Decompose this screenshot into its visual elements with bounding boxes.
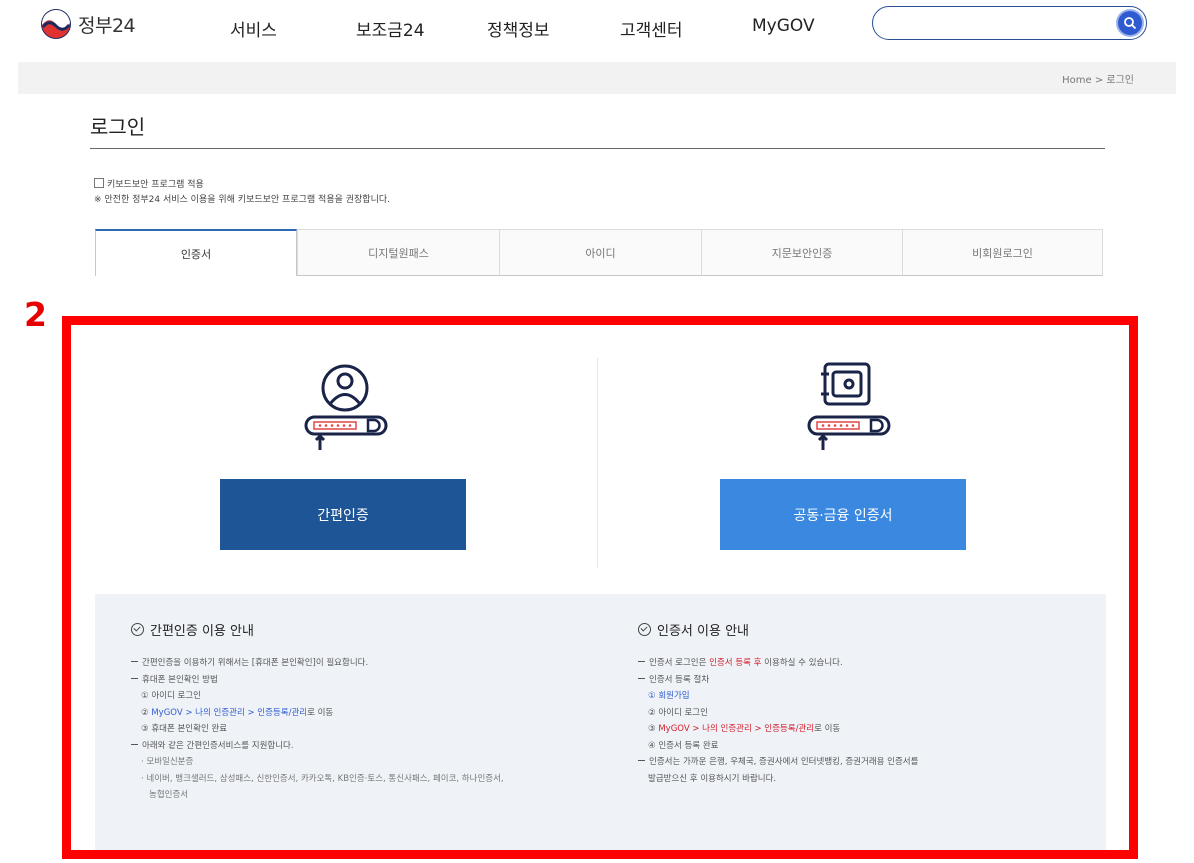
tab-label: 디지털원패스 xyxy=(368,246,429,260)
title-divider xyxy=(90,148,1105,149)
tab-label: 아이디 xyxy=(585,246,616,260)
nav-item-subsidy24[interactable]: 보조금24 xyxy=(356,16,425,41)
tab-label: 인증서 xyxy=(180,247,212,261)
search-icon xyxy=(1124,17,1137,30)
breadcrumb: Home > 로그인 xyxy=(1062,75,1134,86)
search-input[interactable] xyxy=(889,13,1113,35)
tab-non-member[interactable]: 비회원로그인 xyxy=(902,229,1103,276)
breadcrumb-band: Home > 로그인 xyxy=(18,62,1176,94)
page-title: 로그인 xyxy=(90,115,146,139)
tab-digital-onepass[interactable]: 디지털원패스 xyxy=(297,229,499,276)
keyboard-security: 키보드보안 프로그램 적용 ※ 안전한 정부24 서비스 이용을 위해 키보드보… xyxy=(94,178,390,208)
annotation-highlight-box xyxy=(62,316,1138,859)
nav-item-mygov[interactable]: MyGOV xyxy=(752,16,815,36)
nav-item-policy-info[interactable]: 정책정보 xyxy=(487,16,550,41)
tab-certificate[interactable]: 인증서 xyxy=(95,229,297,276)
tab-id[interactable]: 아이디 xyxy=(499,229,701,276)
nav-item-customer-center[interactable]: 고객센터 xyxy=(620,16,683,41)
search-button[interactable] xyxy=(1118,11,1142,35)
keyboard-security-note: ※ 안전한 정부24 서비스 이용을 위해 키보드보안 프로그램 적용을 권장합… xyxy=(94,195,391,205)
login-tabs: 인증서 디지털원패스 아이디 지문보안인증 비회원로그인 xyxy=(95,229,1103,276)
search-box xyxy=(872,6,1147,40)
annotation-number: 2 xyxy=(24,295,47,334)
keyboard-security-label: 키보드보안 프로그램 적용 xyxy=(107,180,204,190)
header: 정부24 서비스 보조금24 정책정보 고객센터 MyGOV xyxy=(0,0,1194,58)
tab-label: 비회원로그인 xyxy=(972,246,1033,260)
tab-fingerprint[interactable]: 지문보안인증 xyxy=(701,229,902,276)
tab-label: 지문보안인증 xyxy=(771,246,833,260)
keyboard-security-checkbox[interactable] xyxy=(94,178,104,188)
nav-item-services[interactable]: 서비스 xyxy=(230,16,277,41)
